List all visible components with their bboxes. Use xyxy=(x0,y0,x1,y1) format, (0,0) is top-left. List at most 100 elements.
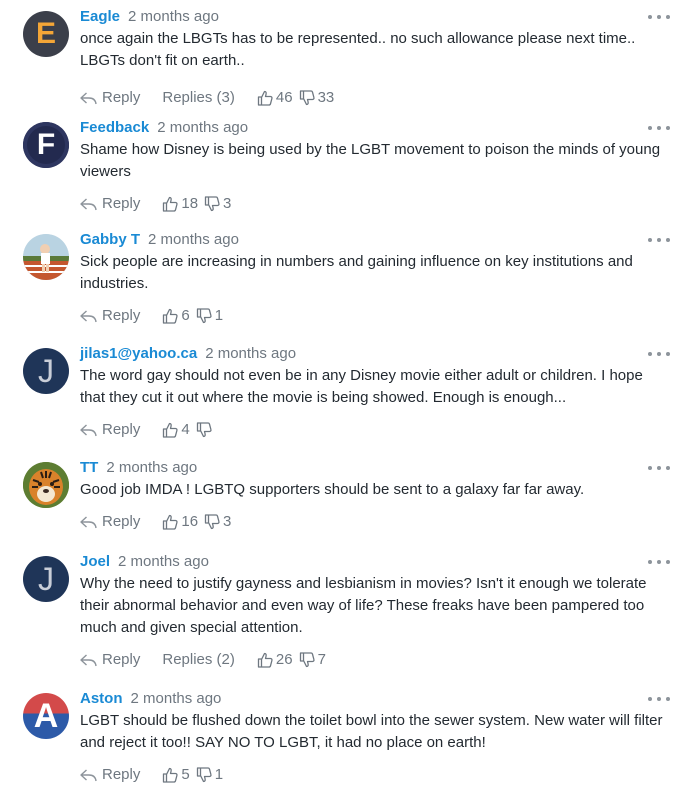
avatar-photo xyxy=(23,462,69,508)
reply-button[interactable]: Reply xyxy=(80,649,140,671)
comment-meta: Feedback 2 months ago xyxy=(80,117,248,139)
reply-label: Reply xyxy=(102,89,141,106)
author-name[interactable]: TT xyxy=(80,459,98,476)
comment-actions: Reply Replies (3) 46 33 xyxy=(80,87,334,109)
author-name[interactable]: jilas1@yahoo.ca xyxy=(80,345,197,362)
replies-toggle[interactable]: Replies (3) xyxy=(162,87,235,109)
comment-text: Sick people are increasing in numbers an… xyxy=(80,253,633,292)
thumbs-up-button[interactable]: 6 xyxy=(162,305,190,327)
like-count: 5 xyxy=(181,766,190,783)
thumbs-down-icon xyxy=(299,652,315,668)
reply-label: Reply xyxy=(102,766,141,783)
thumbs-up-icon xyxy=(163,422,178,438)
timestamp: 2 months ago xyxy=(157,119,249,136)
comment-meta: Eagle 2 months ago xyxy=(80,6,219,28)
thumbs-down-button[interactable]: 3 xyxy=(204,193,231,215)
like-count: 6 xyxy=(181,307,190,324)
avatar[interactable]: A xyxy=(23,693,69,739)
avatar-letter: J xyxy=(38,353,54,389)
reply-label: Reply xyxy=(102,307,141,324)
more-options-icon[interactable] xyxy=(648,692,670,706)
thumbs-up-button[interactable]: 26 xyxy=(257,649,293,671)
thumbs-down-icon xyxy=(196,308,212,324)
like-count: 4 xyxy=(181,421,190,438)
reply-button[interactable]: Reply xyxy=(80,305,140,327)
thumbs-up-button[interactable]: 46 xyxy=(257,87,293,109)
comment-actions: Reply 6 1 xyxy=(80,305,223,327)
author-name[interactable]: Feedback xyxy=(80,119,149,136)
thumbs-up-icon xyxy=(163,308,178,324)
replies-toggle[interactable]: Replies (2) xyxy=(162,649,235,671)
author-name[interactable]: Eagle xyxy=(80,8,120,25)
thumbs-up-icon xyxy=(257,652,273,668)
comment-text: The word gay should not even be in any D… xyxy=(80,367,643,406)
author-name[interactable]: Gabby T xyxy=(80,231,140,248)
comment-actions: Reply 5 1 xyxy=(80,764,223,786)
thumbs-up-button[interactable]: 18 xyxy=(162,193,198,215)
thumbs-up-icon xyxy=(163,196,178,212)
dislike-count: 33 xyxy=(317,89,335,106)
dislike-count: 1 xyxy=(214,307,224,324)
comment-text: once again the LBGTs has to be represent… xyxy=(80,30,636,69)
reply-button[interactable]: Reply xyxy=(80,419,140,441)
avatar-letter: J xyxy=(38,561,54,597)
reply-label: Reply xyxy=(102,513,141,530)
thumbs-down-button[interactable]: 1 xyxy=(196,305,223,327)
reply-button[interactable]: Reply xyxy=(80,764,140,786)
reply-icon xyxy=(80,197,97,210)
comment-text: LGBT should be flushed down the toilet b… xyxy=(80,712,663,751)
reply-button[interactable]: Reply xyxy=(80,87,140,109)
more-options-icon[interactable] xyxy=(648,555,670,569)
author-name[interactable]: Joel xyxy=(80,553,110,570)
comment-text: Shame how Disney is being used by the LG… xyxy=(80,141,661,180)
avatar-photo xyxy=(23,234,69,280)
dislike-count: 1 xyxy=(214,766,224,783)
avatar[interactable] xyxy=(23,234,69,280)
reply-icon xyxy=(80,91,97,104)
reply-button[interactable]: Reply xyxy=(80,193,140,215)
avatar[interactable]: F xyxy=(23,122,69,168)
thumbs-up-button[interactable]: 16 xyxy=(162,511,198,533)
avatar[interactable]: E xyxy=(23,11,69,57)
reply-button[interactable]: Reply xyxy=(80,511,140,533)
thumbs-down-button[interactable]: 33 xyxy=(299,87,335,109)
avatar[interactable] xyxy=(23,462,69,508)
dislike-count: 3 xyxy=(223,513,232,530)
more-options-icon[interactable] xyxy=(648,233,670,247)
avatar[interactable]: J xyxy=(23,556,69,602)
dislike-count: 3 xyxy=(223,195,232,212)
more-options-icon[interactable] xyxy=(648,347,670,361)
avatar[interactable]: J xyxy=(23,348,69,394)
more-options-icon[interactable] xyxy=(648,10,670,24)
thumbs-up-icon xyxy=(257,90,273,106)
reply-label: Reply xyxy=(102,651,141,668)
avatar-letter: F xyxy=(36,128,56,161)
thumbs-down-button[interactable]: 7 xyxy=(299,649,326,671)
thumbs-down-button[interactable] xyxy=(196,422,215,438)
thumbs-up-button[interactable]: 5 xyxy=(162,764,190,786)
timestamp: 2 months ago xyxy=(130,690,222,707)
thumbs-up-button[interactable]: 4 xyxy=(162,419,190,441)
thumbs-down-icon xyxy=(196,422,212,438)
author-name[interactable]: Aston xyxy=(80,690,123,707)
thumbs-down-icon xyxy=(196,767,212,783)
thumbs-down-button[interactable]: 3 xyxy=(204,511,231,533)
like-count: 26 xyxy=(275,651,293,668)
comment-meta: Gabby T 2 months ago xyxy=(80,229,239,251)
comment-text: Good job IMDA ! LGBTQ supporters should … xyxy=(80,481,585,498)
like-count: 46 xyxy=(275,89,293,106)
reply-icon xyxy=(80,423,97,436)
reply-icon xyxy=(80,515,97,528)
thumbs-down-button[interactable]: 1 xyxy=(196,764,223,786)
more-options-icon[interactable] xyxy=(648,461,670,475)
timestamp: 2 months ago xyxy=(205,345,297,362)
avatar-letter: E xyxy=(35,17,56,50)
comment-actions: Reply 18 3 xyxy=(80,193,231,215)
timestamp: 2 months ago xyxy=(148,231,239,248)
thumbs-down-icon xyxy=(299,90,315,106)
thumbs-down-icon xyxy=(204,196,220,212)
avatar-letter: A xyxy=(33,697,59,735)
reply-icon xyxy=(80,309,97,322)
more-options-icon[interactable] xyxy=(648,121,670,135)
reply-icon xyxy=(80,653,97,666)
